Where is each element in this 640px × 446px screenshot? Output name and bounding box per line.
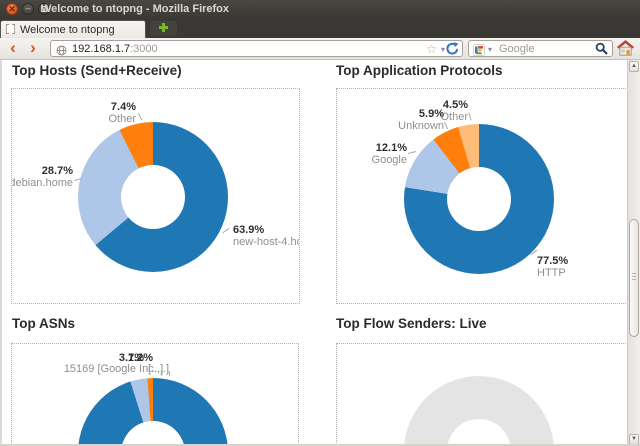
page-favicon-icon [6,24,15,34]
url-dropdown-caret-icon[interactable]: ▾ [441,45,445,54]
firefox-window: ✕ – Welcome to ntopng - Mozilla Firefox … [0,0,640,446]
url-input[interactable]: 192.168.1.7:3000 [72,43,158,55]
slice-percent: 4.5% [440,99,468,111]
window-titlebar[interactable]: ✕ – Welcome to ntopng - Mozilla Firefox [0,0,640,19]
home-button[interactable] [617,40,634,61]
donut-chart-top-hosts[interactable] [78,122,228,272]
donut-chart-top-flow-senders-empty[interactable] [404,376,554,444]
window-minimize-button[interactable]: – [22,3,34,15]
reload-button[interactable] [446,42,459,60]
slice-label-other: 4.5% Other [440,99,468,123]
label-tick [468,113,471,121]
slice-label-unknown: 5.9% Unknown [398,108,444,132]
slice-label-debian-home: 28.7% debian.home [11,165,73,189]
slice-name: HTTP [537,267,566,279]
label-tick [169,371,170,376]
url-bar[interactable]: 192.168.1.7:3000 ☆ ▾ [50,40,463,57]
slice-percent: 28.7% [11,165,73,177]
label-tick [222,228,229,233]
donut-chart-top-asns[interactable] [78,378,228,444]
page-content: Top Hosts (Send+Receive) Top Application… [0,60,627,444]
slice-percent: 7.4% [108,101,136,113]
chart-panel-top-flow-senders [336,343,627,444]
slice-percent: 12.1% [372,142,407,154]
window-close-button[interactable]: ✕ [6,3,18,15]
slice-label-http: 77.5% HTTP [537,255,568,279]
plus-icon [159,23,168,32]
globe-icon [56,43,67,61]
slice-label-google: 12.1% Google [372,142,407,166]
slice-label-new-host-4: 63.9% new-host-4.home [233,224,300,248]
label-tick [138,113,143,120]
reload-icon [446,42,459,55]
search-box[interactable]: ▾ Google [468,40,613,57]
slice-name: new-host-4.home [233,236,300,248]
new-tab-button[interactable] [150,21,177,36]
chart-title-top-application-protocols: Top Application Protocols [336,63,503,78]
url-port: :3000 [130,43,158,55]
slice-name: Google [372,154,407,166]
chart-panel-top-application-protocols: 77.5% HTTP 12.1% Google 5.9% Unknown 4.5… [336,88,627,304]
label-tick [408,151,416,154]
search-icon[interactable] [595,42,608,60]
bookmark-star-icon[interactable]: ☆ [426,42,437,56]
vertical-scrollbar[interactable]: ▲ ▼ [627,60,640,446]
chart-panel-top-asns: 3.7% 1.2% 15169 [Google Inc.,..] [...] [11,343,299,444]
donut-chart-top-application-protocols[interactable] [404,124,554,274]
tab-label: Welcome to ntopng [20,24,115,36]
chart-panel-top-hosts: 63.9% new-host-4.home 28.7% debian.home … [11,88,300,304]
search-input[interactable]: Google [499,43,534,55]
url-host: 192.168.1.7 [72,43,130,55]
navigation-toolbar: ‹ › 192.168.1.7:3000 ☆ ▾ ▾ Google [0,38,640,60]
chart-title-top-hosts: Top Hosts (Send+Receive) [12,63,182,78]
slice-percent: 5.9% [398,108,444,120]
forward-button[interactable]: › [25,38,41,58]
scrollbar-thumb[interactable] [629,219,639,337]
scroll-up-button[interactable]: ▲ [629,61,639,72]
search-engine-caret-icon[interactable]: ▾ [488,45,492,54]
back-button[interactable]: ‹ [5,38,21,58]
slice-percent: 63.9% [233,224,300,236]
chart-title-top-asns: Top ASNs [12,316,75,331]
slice-label-other: 7.4% Other [108,101,136,125]
chart-title-top-flow-senders: Top Flow Senders: Live [336,316,487,331]
window-left-edge [0,60,2,444]
window-title: Welcome to ntopng - Mozilla Firefox [41,3,229,15]
tab-bar: Welcome to ntopng [0,19,640,38]
home-icon [617,40,634,56]
slice-name: Other [108,113,136,125]
slice-name: Unknown [398,120,444,132]
slice-name: debian.home [11,177,73,189]
tab-welcome-to-ntopng[interactable]: Welcome to ntopng [0,20,146,38]
slice-percent: 77.5% [537,255,568,267]
google-logo-icon [473,43,485,61]
